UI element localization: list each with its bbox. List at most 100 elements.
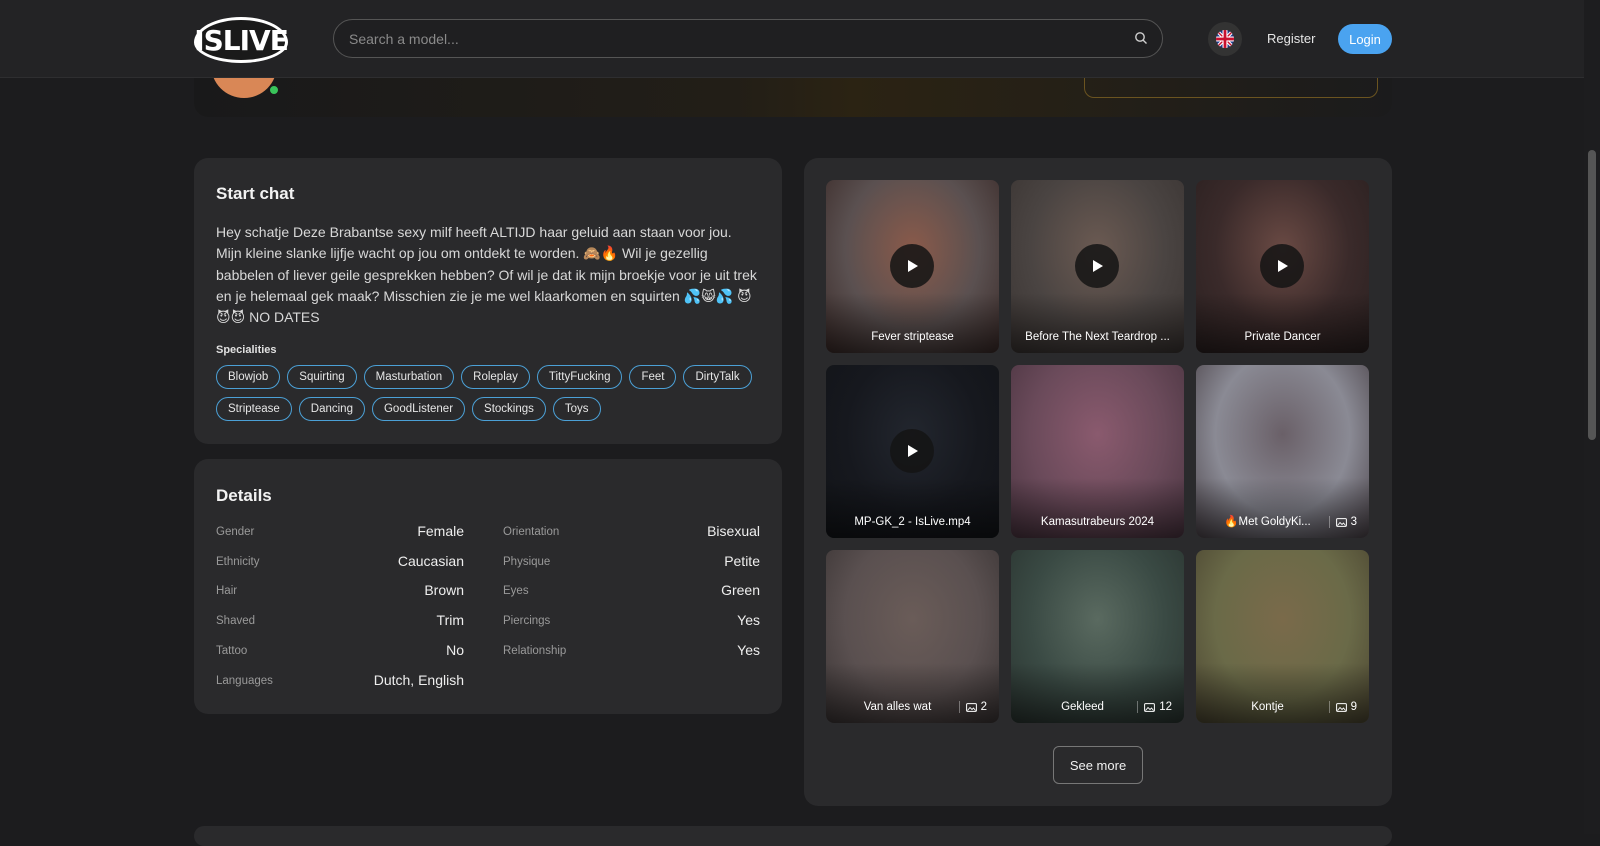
online-status-icon [268,84,280,96]
play-icon[interactable] [1260,244,1304,288]
play-icon[interactable] [1075,244,1119,288]
video-tile[interactable]: Fever striptease [826,180,999,353]
tile-shade [826,293,999,353]
detail-label: Relationship [503,644,567,657]
photo-count-badge: 3 [1328,516,1357,528]
detail-label: Shaved [216,615,256,628]
search-input[interactable] [349,20,1109,57]
tile-shade [1196,663,1369,723]
image-icon [1335,702,1347,712]
specialities-title: Specialities [216,344,277,356]
image-icon [1335,517,1347,527]
photo-count-badge: 2 [958,701,987,713]
detail-label: Languages [216,674,273,687]
speciality-tag[interactable]: Stockings [472,397,546,421]
search-icon[interactable] [1134,31,1148,45]
detail-value: Green [721,582,760,599]
start-chat-title: Start chat [216,184,295,203]
speciality-tag[interactable]: Striptease [216,397,292,421]
tile-title: MP-GK_2 - IsLive.mp4 [854,516,971,528]
detail-value: Female [417,523,464,539]
image-icon [965,702,977,712]
speciality-tag[interactable]: DirtyTalk [683,365,752,389]
photo-count: 2 [980,701,987,713]
video-tile[interactable]: Private Dancer [1196,180,1369,353]
tile-shade [826,478,999,538]
tile-title: Gekleed [1061,701,1104,713]
speciality-tag[interactable]: Blowjob [216,365,281,389]
tile-title: 🔥Met GoldyKi... [1224,516,1311,528]
detail-value: Yes [737,641,760,658]
speciality-tag[interactable]: Masturbation [363,365,455,389]
play-icon[interactable] [890,244,934,288]
speciality-tag[interactable]: Roleplay [461,365,530,389]
photo-count-badge: 9 [1328,701,1357,713]
tile-shade [1011,293,1184,353]
next-section [194,826,1392,846]
photo-count: 12 [1159,701,1172,713]
detail-label: Gender [216,526,255,538]
tile-shade [1011,663,1184,723]
album-tile[interactable]: Kontje 9 [1196,550,1369,723]
start-chat-card: Start chat Hey schatje Deze Brabantse se… [194,158,782,444]
video-tile[interactable]: Before The Next Teardrop ... [1011,180,1184,353]
photo-count-badge: 12 [1137,701,1172,713]
tile-title: Kamasutrabeurs 2024 [1040,516,1155,528]
specialities-list: Blowjob Squirting Masturbation Roleplay Titt… [216,365,776,421]
album-tile[interactable]: 🔥Met GoldyKi... 3 [1196,365,1369,538]
language-selector[interactable] [1208,22,1242,56]
detail-value: Caucasian [397,552,464,569]
speciality-tag[interactable]: Squirting [287,365,357,389]
model-bio: Hey schatje Deze Brabantse sexy milf hee… [216,224,757,326]
scrollbar-thumb[interactable] [1588,150,1596,440]
tile-title: Private Dancer [1244,331,1321,343]
album-tile[interactable]: Kamasutrabeurs 2024 [1011,365,1184,538]
site-header: ISLIVE Register Login [0,0,1584,78]
tile-shade [826,663,999,723]
logo-text: ISLIVE [194,23,289,57]
detail-label: Orientation [503,526,560,538]
details-card: Details Gender Female Ethnicity Caucasian Ha… [194,459,782,714]
speciality-tag[interactable]: Dancing [298,397,365,421]
video-tile[interactable]: MP-GK_2 - IsLive.mp4 [826,365,999,538]
tile-title: Before The Next Teardrop ... [1025,331,1170,343]
detail-value: Dutch, English [373,671,464,688]
photo-count: 3 [1350,516,1357,528]
detail-label: Tattoo [216,644,248,657]
islive-logo[interactable]: ISLIVE [194,17,289,63]
album-tile[interactable]: Gekleed 12 [1011,550,1184,723]
image-icon [1144,702,1156,712]
tile-shade [1196,293,1369,353]
speciality-tag[interactable]: GoodListener [371,397,466,421]
detail-value: No [446,641,464,658]
album-tile[interactable]: Van alles wat 2 [826,550,999,723]
tile-title: Kontje [1251,701,1284,713]
search-bar[interactable] [333,19,1163,58]
tile-shade [1011,478,1184,538]
detail-value: Yes [737,612,760,629]
see-more-button[interactable]: See more [1053,746,1143,784]
detail-label: Eyes [503,585,529,598]
detail-value: Brown [424,582,464,599]
tile-shade [1196,478,1369,538]
media-gallery: Kontje 9 Gekleed 12 Van alles wat 2 🔥Met Goldy… [804,158,1392,806]
speciality-tag[interactable]: Feet [629,365,677,389]
tile-title: Fever striptease [871,331,954,343]
detail-value: Petite [724,552,760,569]
tile-title: Van alles wat [863,701,932,713]
details-title: Details [216,486,272,505]
detail-value: Bisexual [707,523,760,539]
page-scrollbar[interactable] [1584,0,1600,834]
detail-value: Trim [436,612,464,629]
speciality-tag[interactable]: Toys [552,397,601,421]
detail-label: Hair [216,585,238,598]
detail-label: Piercings [503,615,551,628]
play-icon[interactable] [890,429,934,473]
photo-count: 9 [1350,701,1357,713]
speciality-tag[interactable]: TittyFucking [536,365,623,389]
register-link[interactable]: Register [1267,31,1315,46]
login-button[interactable]: Login [1338,24,1392,54]
detail-label: Physique [503,555,551,568]
uk-flag-icon [1216,30,1234,48]
detail-label: Ethnicity [216,555,260,568]
